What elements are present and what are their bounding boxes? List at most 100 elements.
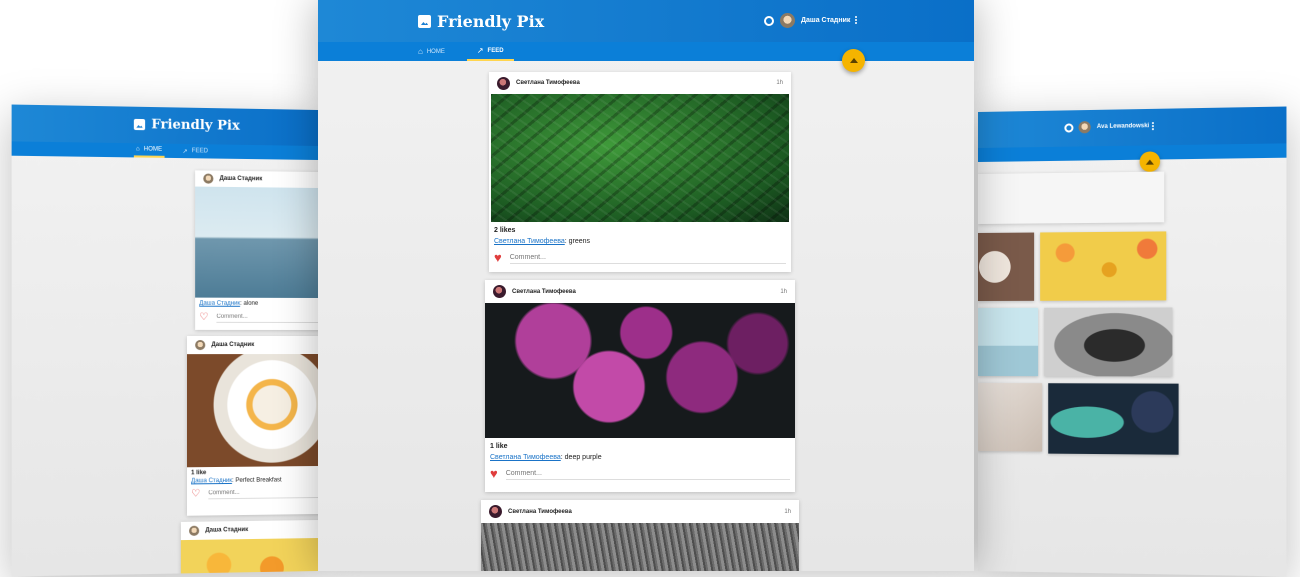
heart-icon[interactable]: ♡ [199, 311, 208, 322]
right-screen: Ava Lewandowski [978, 106, 1287, 577]
center-screen: Friendly Pix Даша Стадник ⌂ Home ↗ Feed … [318, 0, 974, 571]
grid-photo[interactable] [978, 307, 1039, 377]
post-header: Даша Стадник [181, 520, 318, 540]
post-header: Светлана Тимофеева 1h [489, 72, 791, 94]
tab-feed-label: Feed [487, 47, 504, 54]
center-appbar: Friendly Pix Даша Стадник [318, 0, 974, 42]
right-user-chip[interactable]: Ava Lewandowski [1078, 120, 1150, 134]
left-brand-title: Friendly Pix [151, 117, 240, 134]
comment-input[interactable] [509, 251, 786, 264]
comment-input[interactable] [216, 311, 318, 324]
caption-text: : Perfect Breakfast [231, 477, 282, 484]
author-name: Даша Стадник [219, 175, 263, 183]
upload-icon[interactable] [1139, 151, 1161, 172]
center-user-chip[interactable]: Даша Стадник [780, 13, 850, 28]
author-name: Светлана Тимофеева [512, 288, 576, 295]
search-icon[interactable] [1064, 123, 1074, 133]
caption-author-link[interactable]: Светлана Тимофеева [490, 454, 561, 461]
caption-text: : alone [240, 300, 259, 307]
trending-icon: ↗ [182, 148, 188, 155]
post-card: Даша Стадник [180, 519, 318, 577]
photo-icon [133, 118, 146, 131]
likes-count: 2 likes [494, 227, 516, 234]
photo-icon [418, 15, 431, 28]
heart-icon[interactable]: ♥ [490, 467, 498, 480]
more-vert-icon[interactable] [1151, 122, 1154, 131]
post-author[interactable]: Даша Стадник [195, 339, 255, 351]
upload-icon[interactable] [842, 49, 865, 72]
caption-author-link[interactable]: Даша Стадник [199, 301, 240, 307]
post-author[interactable]: Светлана Тимофеева [497, 76, 580, 90]
home-icon: ⌂ [135, 146, 140, 153]
post-header: Светлана Тимофеева 1h [485, 280, 795, 303]
grid-photo[interactable] [1040, 231, 1167, 301]
right-user-name: Ava Lewandowski [1096, 123, 1150, 131]
right-appbar: Ava Lewandowski [978, 106, 1287, 148]
post-image-breakfast[interactable] [186, 353, 318, 468]
post-image-sea[interactable] [195, 186, 318, 299]
post-header: Даша Стадник [195, 170, 318, 188]
center-brand[interactable]: Friendly Pix [418, 12, 544, 31]
post-caption: Светлана Тимофеева: greens [489, 234, 791, 249]
center-user-name: Даша Стадник [801, 17, 851, 24]
tab-home[interactable]: ⌂ Home [418, 42, 445, 61]
tab-feed[interactable]: ↗ Feed [466, 42, 514, 61]
center-brand-title: Friendly Pix [437, 12, 545, 31]
comment-input[interactable] [208, 486, 318, 500]
author-name: Даша Стадник [205, 527, 249, 534]
search-icon[interactable] [764, 16, 774, 26]
tab-home[interactable]: ⌂ Home [133, 143, 165, 158]
comment-row: ♡ [187, 485, 318, 502]
left-brand[interactable]: Friendly Pix [133, 117, 240, 134]
post-image-gray[interactable] [481, 523, 799, 571]
tab-feed-label: Feed [191, 148, 209, 155]
left-screen: Friendly Pix ⌂ Home ↗ Feed Даша Стадник … [11, 104, 318, 577]
more-vert-icon[interactable] [855, 16, 857, 24]
tab-home-label: Home [426, 48, 445, 55]
post-header: Светлана Тимофеева 1h [481, 500, 799, 523]
avatar [1078, 121, 1091, 134]
grid-photo[interactable] [978, 383, 1043, 452]
post-header: Даша Стадник [187, 336, 318, 354]
heart-icon[interactable]: ♥ [494, 251, 502, 264]
post-card: Даша Стадник Даша Стадник: alone ♡ [195, 170, 318, 331]
profile-card [978, 171, 1165, 224]
tab-feed[interactable]: ↗ Feed [183, 144, 208, 159]
tab-home-label: Home [143, 146, 163, 153]
post-image-greens[interactable] [491, 94, 789, 222]
avatar [493, 285, 506, 298]
heart-icon[interactable]: ♡ [191, 488, 200, 499]
author-name: Даша Стадник [211, 342, 255, 349]
post-time: 1h [776, 80, 783, 86]
post-image-purple[interactable] [485, 303, 795, 438]
grid-photo[interactable] [1044, 307, 1173, 377]
post-card: Светлана Тимофеева 1h 2 likes Светлана Т… [489, 72, 791, 272]
author-name: Светлана Тимофеева [508, 508, 572, 515]
post-card: Даша Стадник 1 like Даша Стадник: Perfec… [186, 335, 318, 516]
caption-author-link[interactable]: Даша Стадник [191, 478, 232, 484]
post-card: Светлана Тимофеева 1h 1 like Светлана Ти… [485, 280, 795, 492]
post-time: 1h [780, 288, 787, 295]
avatar [497, 76, 510, 90]
grid-photo[interactable] [1048, 383, 1179, 455]
post-caption: Даша Стадник: alone [195, 298, 318, 310]
comment-input[interactable] [505, 467, 790, 480]
caption-text: : deep purple [560, 454, 602, 461]
avatar [489, 505, 502, 518]
post-author[interactable]: Светлана Тимофеева [493, 285, 576, 298]
caption-author-link[interactable]: Светлана Тимофеева [494, 238, 565, 245]
avatar [780, 13, 795, 28]
post-author[interactable]: Светлана Тимофеева [489, 505, 572, 518]
avatar [203, 173, 214, 184]
comment-row: ♥ [485, 465, 795, 482]
avatar [189, 525, 200, 536]
trending-icon: ↗ [476, 46, 484, 55]
avatar [195, 339, 206, 351]
post-author[interactable]: Даша Стадник [203, 173, 263, 185]
post-author[interactable]: Даша Стадник [189, 525, 248, 536]
grid-photo[interactable] [978, 232, 1035, 301]
post-caption: Светлана Тимофеева: deep purple [485, 450, 795, 465]
post-card: Светлана Тимофеева 1h [481, 500, 799, 571]
caption-text: : greens [564, 238, 591, 245]
author-name: Светлана Тимофеева [516, 80, 580, 86]
